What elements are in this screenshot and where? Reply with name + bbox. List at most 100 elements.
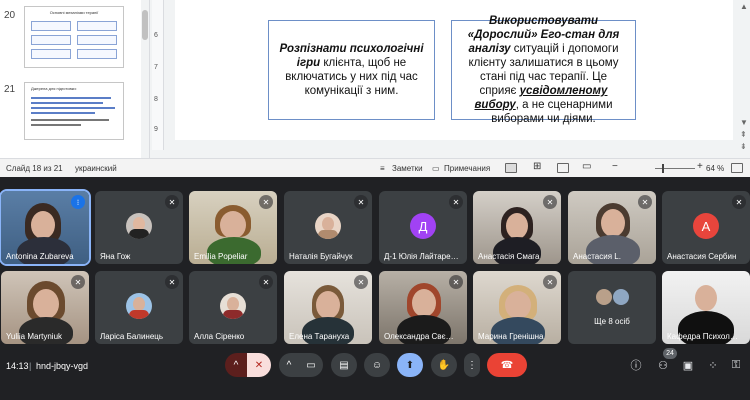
participant-tile[interactable]: Кафедра Психол…: [662, 271, 750, 344]
thumbnail-shape: [31, 35, 71, 45]
meeting-info-icon[interactable]: ⓘ: [628, 357, 644, 373]
participant-name: Яна Гож: [100, 252, 131, 261]
meeting-code[interactable]: hnd-jbqy-vgd: [36, 361, 88, 371]
more-options-button[interactable]: ⋮: [464, 353, 480, 377]
participant-tile[interactable]: ✕ А Анастасия Сербин: [662, 191, 750, 264]
reactions-button[interactable]: ☺: [364, 353, 390, 377]
participant-tile[interactable]: ✕ Emilia Popeliar: [189, 191, 277, 264]
participant-name: Олександра Свє…: [384, 332, 454, 341]
zoom-in-icon[interactable]: +: [697, 161, 703, 172]
others-tile[interactable]: Ще 8 осіб: [568, 271, 656, 344]
participant-tile[interactable]: ⁝ Antonina Zubareva: [0, 189, 91, 266]
slide-counter: Слайд 18 из 21: [6, 164, 63, 173]
avatar: [315, 213, 341, 239]
leave-call-button[interactable]: ☎: [487, 353, 527, 377]
thumbnail-scrollbar[interactable]: [141, 0, 149, 158]
camera-icon: ▭: [306, 359, 316, 371]
ruler-number: 8: [154, 96, 158, 103]
comments-icon[interactable]: ▭: [432, 164, 440, 173]
chat-icon[interactable]: ▣: [680, 357, 696, 373]
captions-icon: ▤: [339, 359, 349, 371]
audio-options-button[interactable]: ^: [225, 353, 247, 377]
ruler-number: 7: [154, 64, 158, 71]
participant-name: Марина Гренішна: [478, 332, 544, 341]
participant-tile[interactable]: ✕ Д Д-1 Юлія Лайтаре…: [379, 191, 467, 264]
avatar: Д: [410, 213, 436, 239]
mic-off-icon: ✕: [354, 195, 368, 209]
slide-text-box-2[interactable]: Використовувати «Дорослий» Его-стан для …: [451, 15, 636, 125]
divider: |: [29, 361, 32, 371]
people-icon[interactable]: ⚇: [655, 357, 671, 373]
participant-face: [695, 285, 717, 311]
participant-face: [220, 211, 246, 239]
mic-off-icon: ✕: [71, 275, 85, 289]
participant-tile[interactable]: ✕ Yuliia Martyniuk: [1, 271, 89, 344]
more-vert-icon: ⋮: [467, 359, 477, 371]
thumbnail-text-line: [31, 97, 111, 99]
present-button[interactable]: ⬆: [397, 353, 423, 377]
thumbnail-scrollbar-thumb[interactable]: [142, 10, 148, 40]
notes-button[interactable]: Заметки: [392, 164, 423, 173]
slide-text-1: Розпізнати психологічні ігри клієнта, що…: [277, 42, 426, 98]
avatar: [596, 289, 612, 305]
slide-thumbnail-21[interactable]: Джерела для підготовки:: [24, 82, 124, 140]
mic-off-icon: ✕: [259, 275, 273, 289]
avatar-body: [129, 229, 149, 239]
participant-tile[interactable]: ✕ Анастасия L.: [568, 191, 656, 264]
thumbnail-shape: [77, 35, 117, 45]
others-count-label: Ще 8 осіб: [594, 317, 630, 326]
participant-tile[interactable]: ✕ Алла Сіренко: [189, 271, 277, 344]
avatar: А: [693, 213, 719, 239]
participant-face: [601, 209, 625, 237]
slide-thumbnail-20[interactable]: Основні механізми терапії: [24, 6, 124, 68]
avatar-face: [322, 217, 334, 231]
participant-tile[interactable]: ✕ Наталія Бугайчук: [284, 191, 372, 264]
comments-button[interactable]: Примечания: [444, 164, 490, 173]
participant-name: Antonina Zubareva: [6, 252, 74, 261]
participant-tile[interactable]: ✕ Олександра Свє…: [379, 271, 467, 344]
participant-name: Елена Тарануха: [289, 332, 350, 341]
thumbnail-shape: [31, 49, 71, 59]
language-label[interactable]: украинский: [75, 164, 117, 173]
participant-tile[interactable]: ✕ Яна Гож: [95, 191, 183, 264]
slide-text-box-1[interactable]: Розпізнати психологічні ігри клієнта, що…: [268, 20, 435, 120]
emoji-icon: ☺: [371, 359, 383, 371]
zoom-out-icon[interactable]: −: [612, 161, 618, 172]
microphone-toggle-button[interactable]: ✕: [247, 353, 271, 377]
activities-icon[interactable]: ⁘: [705, 357, 721, 373]
slide-scrollbar[interactable]: ▲ ▼ ⇞ ⇟: [738, 0, 750, 158]
mic-off-icon: ✕: [165, 195, 179, 209]
participant-tile[interactable]: ✕ Елена Тарануха: [284, 271, 372, 344]
slideshow-icon[interactable]: ▭: [582, 161, 591, 172]
participant-face: [505, 291, 531, 319]
zoom-level[interactable]: 64 %: [706, 164, 724, 173]
host-controls-icon[interactable]: ⚿: [728, 357, 744, 373]
captions-button[interactable]: ▤: [331, 353, 357, 377]
reading-view-icon[interactable]: [557, 163, 569, 173]
participant-tile[interactable]: ✕ Марина Гренішна: [473, 271, 561, 344]
mic-off-icon: ✕: [165, 275, 179, 289]
participant-tile[interactable]: ✕ Ларіса Балинець: [95, 271, 183, 344]
slide-sorter-icon[interactable]: ⊞: [533, 161, 541, 172]
prev-slide-icon[interactable]: ⇞: [740, 130, 747, 139]
scroll-up-icon[interactable]: ▲: [740, 2, 748, 11]
zoom-slider[interactable]: [655, 168, 695, 169]
mic-off-icon: ✕: [638, 195, 652, 209]
camera-toggle-button[interactable]: ▭: [299, 353, 323, 377]
next-slide-icon[interactable]: ⇟: [740, 142, 747, 151]
mic-off-icon: ✕: [732, 195, 746, 209]
zoom-slider-handle[interactable]: [662, 164, 664, 173]
fit-to-window-icon[interactable]: [731, 163, 743, 173]
shared-presentation: 20 Основні механізми терапії 21 Джерела …: [0, 0, 750, 177]
video-options-button[interactable]: ^: [279, 353, 299, 377]
participant-tile[interactable]: ✕ Анастасія Смага: [473, 191, 561, 264]
participant-name: Анастасия Сербин: [667, 252, 737, 261]
raise-hand-button[interactable]: ✋: [431, 353, 457, 377]
normal-view-icon[interactable]: [505, 163, 517, 173]
notes-icon[interactable]: ≡: [380, 164, 385, 173]
slide-text-2: Використовувати «Дорослий» Его-стан для …: [460, 14, 627, 126]
hand-icon: ✋: [437, 359, 451, 371]
avatar: [220, 293, 246, 319]
status-bar: Слайд 18 из 21 украинский ≡ Заметки ▭ Пр…: [0, 158, 750, 177]
scroll-down-icon[interactable]: ▼: [740, 118, 748, 127]
